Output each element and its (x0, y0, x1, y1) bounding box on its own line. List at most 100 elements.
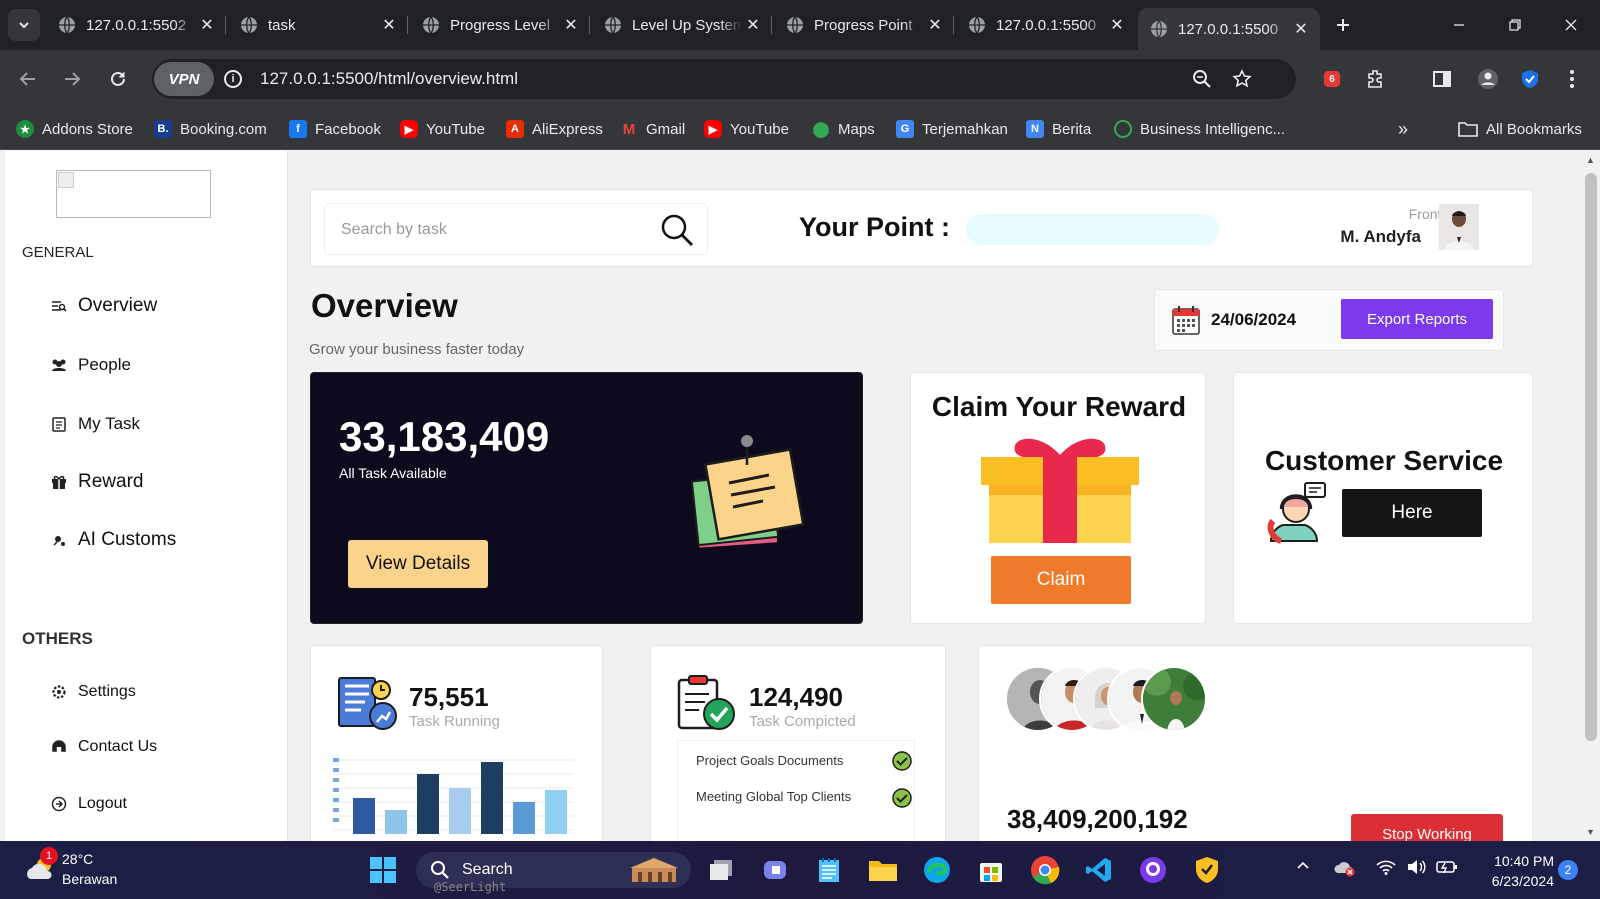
close-window-button[interactable] (1558, 12, 1584, 38)
stop-working-button[interactable]: Stop Working (1351, 814, 1503, 841)
close-tab-icon[interactable]: ✕ (742, 14, 764, 36)
show-hidden-icons[interactable] (1296, 859, 1310, 876)
profile-icon[interactable] (1474, 65, 1502, 93)
bookmark-item[interactable]: ▶ YouTube (704, 116, 789, 142)
close-tab-icon[interactable]: ✕ (1290, 18, 1312, 40)
vscode-app[interactable] (1082, 853, 1116, 887)
sidebar-item-people[interactable]: People (50, 355, 131, 375)
sidebar-item-my-task[interactable]: My Task (50, 414, 140, 434)
scroll-down-arrow[interactable]: ▼ (1586, 827, 1595, 837)
shield-icon[interactable] (1516, 65, 1544, 93)
browser-tab[interactable]: task ✕ (228, 8, 408, 42)
view-details-button[interactable]: View Details (348, 540, 488, 588)
sidebar-item-label: Logout (78, 795, 127, 812)
battery-status[interactable] (1436, 859, 1458, 878)
folder-icon (869, 861, 897, 881)
store-app[interactable] (974, 853, 1008, 887)
here-button[interactable]: Here (1342, 489, 1482, 537)
weather-widget[interactable]: 1 28°C Berawan (20, 847, 130, 891)
your-point-label: Your Point : (799, 212, 950, 242)
bookmark-item[interactable]: A AliExpress (506, 116, 603, 142)
extension-badge-count: 6 (1329, 73, 1335, 85)
new-tab-button[interactable] (1330, 12, 1356, 38)
github-app[interactable] (1136, 853, 1170, 887)
sidebar-item-overview[interactable]: Overview (50, 295, 157, 317)
claim-button[interactable]: Claim (991, 556, 1131, 604)
bookmark-item[interactable]: G Terjemahkan (896, 116, 1008, 142)
current-date: 24/06/2024 (1211, 310, 1297, 329)
vpn-button[interactable]: VPN (154, 62, 214, 96)
export-reports-button[interactable]: Export Reports (1341, 299, 1493, 339)
weather-badge: 1 (40, 847, 58, 865)
vpn-app[interactable] (1190, 853, 1224, 887)
file-explorer-app[interactable] (866, 853, 900, 887)
browser-tab[interactable]: Progress Level ✕ (410, 8, 590, 42)
browser-tab[interactable]: Progress Point ✕ (774, 8, 954, 42)
extensions-icon[interactable] (1362, 65, 1390, 93)
notification-badge[interactable]: 2 (1558, 860, 1578, 880)
minimize-button[interactable] (1446, 12, 1472, 38)
logo-image-broken[interactable] (56, 170, 211, 218)
zoom-icon[interactable] (1188, 65, 1216, 93)
volume-status[interactable] (1406, 859, 1426, 878)
taskbar-search[interactable]: Search @SeerLight (416, 852, 691, 894)
extension-badge-icon[interactable]: 6 (1318, 65, 1346, 93)
page-scrollbar[interactable]: ▲ ▼ (1582, 151, 1600, 841)
scrollbar-thumb[interactable] (1585, 173, 1597, 741)
teams-app[interactable] (758, 853, 792, 887)
forward-button[interactable] (58, 65, 86, 93)
close-tab-icon[interactable]: ✕ (1106, 14, 1128, 36)
bookmark-item[interactable]: M Gmail (620, 116, 685, 142)
reload-button[interactable] (104, 65, 132, 93)
notepad-app[interactable] (812, 853, 846, 887)
onedrive-status[interactable] (1334, 859, 1356, 880)
side-panel-icon[interactable] (1428, 65, 1456, 93)
bookmark-item[interactable]: f Facebook (289, 116, 381, 142)
browser-tab-active[interactable]: 127.0.0.1:5500 ✕ (1138, 8, 1320, 50)
browser-tab[interactable]: 127.0.0.1:5500 ✕ (956, 8, 1136, 42)
scroll-up-arrow[interactable]: ▲ (1586, 155, 1595, 165)
close-tab-icon[interactable]: ✕ (378, 14, 400, 36)
bookmark-item[interactable]: ▶ YouTube (400, 116, 485, 142)
browser-tab[interactable]: Level Up System ✕ (592, 8, 772, 42)
star-icon[interactable] (1228, 65, 1256, 93)
avatar[interactable] (1439, 204, 1479, 250)
all-bookmarks-button[interactable]: All Bookmarks (1458, 116, 1582, 142)
sidebar-item-contact-us[interactable]: Contact Us (50, 738, 157, 756)
chevron-up-icon (1297, 861, 1309, 869)
bookmark-item[interactable]: B. Booking.com (154, 116, 267, 142)
address-bar[interactable]: VPN i 127.0.0.1:5500/html/overview.html (152, 59, 1296, 99)
edge-app[interactable] (920, 853, 954, 887)
bookmark-item[interactable]: N Berita (1026, 116, 1091, 142)
close-tab-icon[interactable]: ✕ (196, 14, 218, 36)
chrome-app[interactable] (1028, 853, 1062, 887)
sidebar-item-reward[interactable]: Reward (50, 471, 143, 493)
sidebar-item-ai-customs[interactable]: AI Customs (50, 529, 176, 551)
search-input[interactable] (341, 216, 641, 244)
site-info-icon[interactable]: i (224, 70, 242, 88)
tab-search-button[interactable] (8, 9, 40, 41)
bookmark-item[interactable]: Business Intelligenc... (1114, 116, 1285, 142)
start-button[interactable] (366, 853, 400, 887)
sidebar-item-settings[interactable]: Settings (50, 683, 136, 701)
news-icon: N (1026, 120, 1044, 138)
browser-tab[interactable]: 127.0.0.1:5502 ✕ (46, 8, 226, 42)
close-tab-icon[interactable]: ✕ (560, 14, 582, 36)
menu-icon[interactable] (1558, 65, 1586, 93)
close-tab-icon[interactable]: ✕ (924, 14, 946, 36)
tab-title: Progress Point (814, 16, 913, 34)
system-clock[interactable]: 10:40 PM 6/23/2024 (1474, 851, 1554, 891)
task-view-button[interactable] (704, 853, 738, 887)
restore-button[interactable] (1502, 12, 1528, 38)
bookmark-item[interactable]: ★ Addons Store (16, 116, 133, 142)
more-bookmarks-button[interactable]: » (1398, 116, 1408, 142)
url-text[interactable]: 127.0.0.1:5500/html/overview.html (260, 69, 518, 89)
wifi-status[interactable] (1376, 859, 1396, 878)
back-button[interactable] (14, 65, 42, 93)
sidebar-item-logout[interactable]: Logout (50, 795, 127, 813)
browser-tab-bar: 127.0.0.1:5502 ✕ task ✕ Progress Level ✕… (0, 0, 1600, 50)
avatar[interactable] (1141, 666, 1207, 732)
bookmark-item[interactable]: ⬤ Maps (812, 116, 875, 142)
search-icon[interactable] (659, 212, 695, 248)
search-bar (324, 203, 708, 255)
